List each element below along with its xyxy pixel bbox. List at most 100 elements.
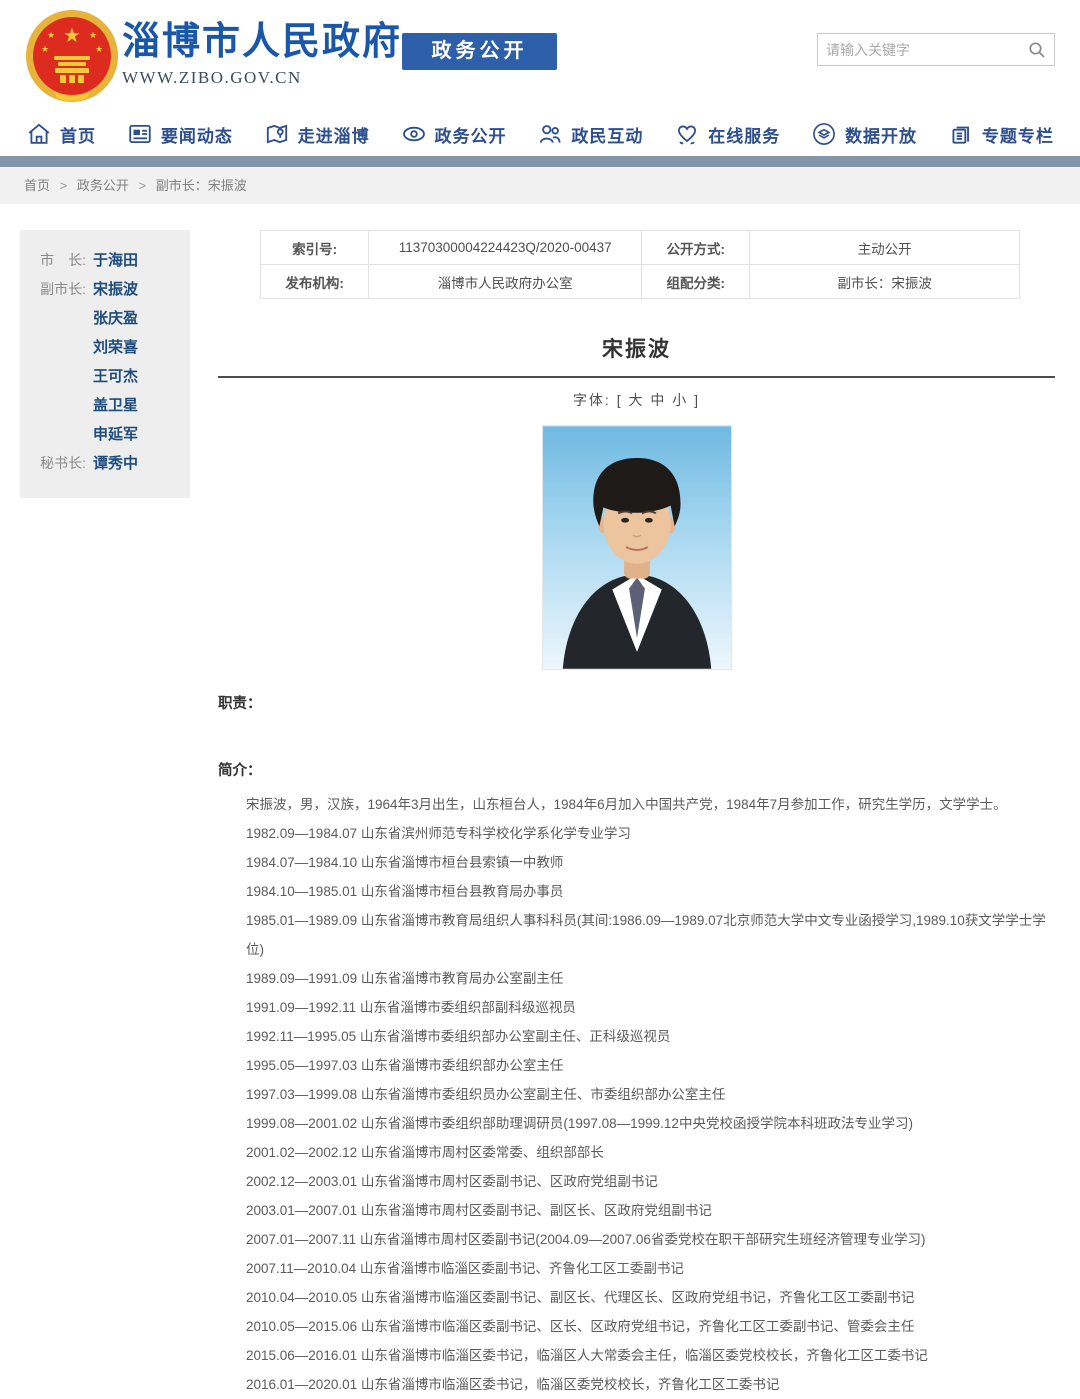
biography: 宋振波，男，汉族，1964年3月出生，山东桓台人，1984年6月加入中国共产党，… — [218, 790, 1055, 1399]
nav-divider-bar — [0, 156, 1080, 167]
article-content: 索引号: 11370300004224423Q/2020-00437 公开方式:… — [218, 230, 1055, 1399]
nav-label: 专题专栏 — [982, 122, 1054, 147]
nav-label: 要闻动态 — [161, 122, 233, 147]
nav-item-news[interactable]: 要闻动态 — [127, 121, 233, 147]
timeline-entry: 2002.12—2003.01 山东省淄博市周村区委副书记、区政府党组副书记 — [218, 1167, 1055, 1196]
search-icon — [1028, 41, 1046, 59]
sidebar-role-label — [20, 362, 86, 391]
timeline-entry: 1999.08—2001.02 山东省淄博市委组织部助理调研员(1997.08—… — [218, 1109, 1055, 1138]
breadcrumb-separator: > — [60, 178, 68, 193]
document-meta-table: 索引号: 11370300004224423Q/2020-00437 公开方式:… — [260, 230, 1020, 299]
breadcrumb-current: 副市长：宋振波 — [156, 178, 247, 193]
docs-icon — [948, 121, 974, 147]
timeline-entry: 1984.10—1985.01 山东省淄博市桓台县教育局办事员 — [218, 877, 1055, 906]
sidebar-item-vice-mayor: 副市长: 宋振波 — [20, 275, 190, 304]
nav-item-services[interactable]: 在线服务 — [674, 121, 780, 147]
national-emblem-logo: ★ ★ ★ ★ ★ — [24, 8, 120, 104]
breadcrumb: 首页 > 政务公开 > 副市长：宋振波 — [0, 167, 1080, 204]
timeline-entry: 1992.11—1995.05 山东省淄博市委组织部办公室副主任、正科级巡视员 — [218, 1022, 1055, 1051]
page-title: 宋振波 — [218, 333, 1055, 363]
timeline-entry: 1982.09—1984.07 山东省滨州师范专科学校化学系化学专业学习 — [218, 819, 1055, 848]
svg-text:★: ★ — [89, 30, 97, 40]
sidebar-role-label: 市 长: — [20, 246, 86, 275]
timeline-entry: 2007.01—2007.11 山东省淄博市周村区委副书记(2004.09—20… — [218, 1225, 1055, 1254]
sidebar-item-vice-mayor: 张庆盈 — [20, 304, 190, 333]
timeline-entry: 2016.01—2020.01 山东省淄博市临淄区委书记，临淄区委党校校长，齐鲁… — [218, 1370, 1055, 1399]
sidebar-official-link[interactable]: 谭秀中 — [93, 449, 138, 478]
sidebar-official-link[interactable]: 于海田 — [93, 246, 138, 275]
people-icon — [537, 121, 563, 147]
sidebar-item-vice-mayor: 申延军 — [20, 420, 190, 449]
sidebar-official-link[interactable]: 王可杰 — [93, 362, 138, 391]
timeline-entry: 2007.11—2010.04 山东省淄博市临淄区委副书记、齐鲁化工区工委副书记 — [218, 1254, 1055, 1283]
timeline-entry: 1995.05—1997.03 山东省淄博市委组织部办公室主任 — [218, 1051, 1055, 1080]
font-size-selector[interactable]: 字体: [ 大 中 小 ] — [218, 390, 1055, 410]
timeline-entry: 2015.06—2016.01 山东省淄博市临淄区委书记，临淄区人大常委会主任，… — [218, 1341, 1055, 1370]
sidebar-official-link[interactable]: 宋振波 — [93, 275, 138, 304]
search-box — [817, 33, 1055, 66]
timeline-entry: 1984.07—1984.10 山东省淄博市桓台县索镇一中教师 — [218, 848, 1055, 877]
portrait-photo — [542, 425, 732, 670]
layers-icon — [811, 121, 837, 147]
nav-item-interaction[interactable]: 政民互动 — [537, 121, 643, 147]
nav-label: 走进淄博 — [298, 122, 370, 147]
sidebar-item-mayor: 市 长: 于海田 — [20, 246, 190, 275]
search-button[interactable] — [1020, 34, 1054, 65]
nav-item-topics[interactable]: 专题专栏 — [948, 121, 1054, 147]
sidebar-role-label: 副市长: — [20, 275, 86, 304]
meta-open-method-value: 主动公开 — [750, 231, 1020, 265]
heart-hands-icon — [674, 121, 700, 147]
svg-text:★: ★ — [47, 30, 55, 40]
sidebar-role-label — [20, 333, 86, 362]
sidebar-official-link[interactable]: 张庆盈 — [93, 304, 138, 333]
timeline-entry: 2010.05—2015.06 山东省淄博市临淄区委副书记、区长、区政府党组书记… — [218, 1312, 1055, 1341]
sidebar-item-secretary: 秘书长: 谭秀中 — [20, 449, 190, 478]
nav-label: 在线服务 — [708, 122, 780, 147]
svg-text:★: ★ — [63, 25, 81, 47]
sidebar-role-label — [20, 420, 86, 449]
timeline-entry: 1989.09—1991.09 山东省淄博市教育局办公室副主任 — [218, 964, 1055, 993]
breadcrumb-separator: > — [139, 178, 147, 193]
sidebar-item-vice-mayor: 盖卫星 — [20, 391, 190, 420]
meta-index-label: 索引号: — [261, 231, 369, 265]
nav-label: 首页 — [60, 122, 96, 147]
gov-open-button[interactable]: 政务公开 — [402, 33, 557, 70]
duty-section-label: 职责： — [218, 692, 1055, 713]
sidebar-role-label — [20, 304, 86, 333]
news-icon — [127, 121, 153, 147]
table-row: 发布机构: 淄博市人民政府办公室 组配分类: 副市长：宋振波 — [261, 265, 1020, 299]
nav-label: 政民互动 — [571, 122, 643, 147]
sidebar-role-label — [20, 391, 86, 420]
main-area: 市 长: 于海田 副市长: 宋振波 张庆盈 刘荣喜 王可杰 盖卫星 — [0, 204, 1080, 1399]
meta-open-method-label: 公开方式: — [642, 231, 750, 265]
search-input[interactable] — [818, 42, 1020, 58]
nav-item-home[interactable]: 首页 — [26, 121, 96, 147]
meta-publisher-label: 发布机构: — [261, 265, 369, 299]
breadcrumb-home[interactable]: 首页 — [24, 178, 50, 193]
breadcrumb-section[interactable]: 政务公开 — [77, 178, 129, 193]
sidebar-official-link[interactable]: 申延军 — [93, 420, 138, 449]
eye-icon — [401, 121, 427, 147]
nav-item-about[interactable]: 走进淄博 — [264, 121, 370, 147]
bio-intro: 宋振波，男，汉族，1964年3月出生，山东桓台人，1984年6月加入中国共产党，… — [218, 790, 1055, 819]
meta-category-label: 组配分类: — [642, 265, 750, 299]
site-title: 淄博市人民政府 — [122, 20, 402, 64]
site-header: ★ ★ ★ ★ ★ 淄博市人民政府 WWW.ZIBO.GOV.CN 政务公开 — [0, 0, 1080, 112]
sidebar-role-label: 秘书长: — [20, 449, 86, 478]
timeline-entry: 1997.03—1999.08 山东省淄博市委组织员办公室副主任、市委组织部办公… — [218, 1080, 1055, 1109]
timeline-entry: 1985.01—1989.09 山东省淄博市教育局组织人事科科员(其间:1986… — [218, 906, 1055, 964]
main-nav: 首页 要闻动态 走进淄博 政务公开 — [0, 112, 1080, 156]
table-row: 索引号: 11370300004224423Q/2020-00437 公开方式:… — [261, 231, 1020, 265]
sidebar-item-vice-mayor: 刘荣喜 — [20, 333, 190, 362]
meta-index-value: 11370300004224423Q/2020-00437 — [369, 231, 642, 265]
nav-item-gov-open[interactable]: 政务公开 — [401, 121, 507, 147]
svg-text:★: ★ — [41, 44, 49, 54]
sidebar-official-link[interactable]: 盖卫星 — [93, 391, 138, 420]
meta-publisher-value: 淄博市人民政府办公室 — [369, 265, 642, 299]
nav-item-data[interactable]: 数据开放 — [811, 121, 917, 147]
home-icon — [26, 121, 52, 147]
sidebar-official-link[interactable]: 刘荣喜 — [93, 333, 138, 362]
svg-text:★: ★ — [95, 44, 103, 54]
timeline-entry: 2010.04—2010.05 山东省淄博市临淄区委副书记、副区长、代理区长、区… — [218, 1283, 1055, 1312]
sidebar-item-vice-mayor: 王可杰 — [20, 362, 190, 391]
